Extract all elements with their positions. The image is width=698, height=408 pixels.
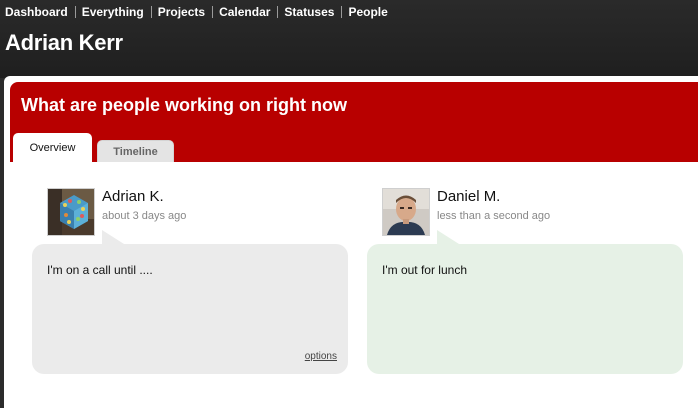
status-text: I'm out for lunch <box>382 263 467 277</box>
status-timestamp: less than a second ago <box>437 210 551 222</box>
top-bar: Dashboard Everything Projects Calendar S… <box>0 0 698 78</box>
avatar[interactable] <box>382 188 430 236</box>
nav-calendar[interactable]: Calendar <box>219 5 270 19</box>
nav-divider <box>150 6 152 18</box>
avatar-photo-cube-icon <box>48 189 94 235</box>
page-title: Adrian Kerr <box>5 30 123 55</box>
tab-timeline[interactable]: Timeline <box>97 140 174 162</box>
status-bubble: I'm out for lunch <box>367 230 683 374</box>
main-nav: Dashboard Everything Projects Calendar S… <box>5 4 388 20</box>
status-text: I'm on a call until .... <box>47 263 153 277</box>
main-panel: What are people working on right now Ove… <box>4 76 698 408</box>
header-title: What are people working on right now <box>21 95 348 115</box>
status-bubble: I'm on a call until .... options <box>32 230 348 374</box>
nav-statuses[interactable]: Statuses <box>284 5 334 19</box>
author-name[interactable]: Adrian K. <box>102 188 164 206</box>
tab-overview[interactable]: Overview <box>13 133 92 162</box>
status-header: What are people working on right now Ove… <box>10 82 698 162</box>
nav-projects[interactable]: Projects <box>158 5 205 19</box>
options-link[interactable]: options <box>305 351 337 362</box>
nav-divider <box>212 6 214 18</box>
nav-divider <box>341 6 343 18</box>
nav-dashboard[interactable]: Dashboard <box>5 5 68 19</box>
nav-divider <box>74 6 76 18</box>
nav-people[interactable]: People <box>348 5 387 19</box>
status-timestamp: about 3 days ago <box>102 210 187 222</box>
avatar-photo-person-icon <box>383 189 429 235</box>
nav-everything[interactable]: Everything <box>82 5 144 19</box>
author-name[interactable]: Daniel M. <box>437 188 500 206</box>
status-card: Adrian K. about 3 days ago I'm on a call… <box>32 186 348 376</box>
avatar[interactable] <box>47 188 95 236</box>
status-card: Daniel M. less than a second ago I'm out… <box>367 186 683 376</box>
nav-divider <box>277 6 279 18</box>
